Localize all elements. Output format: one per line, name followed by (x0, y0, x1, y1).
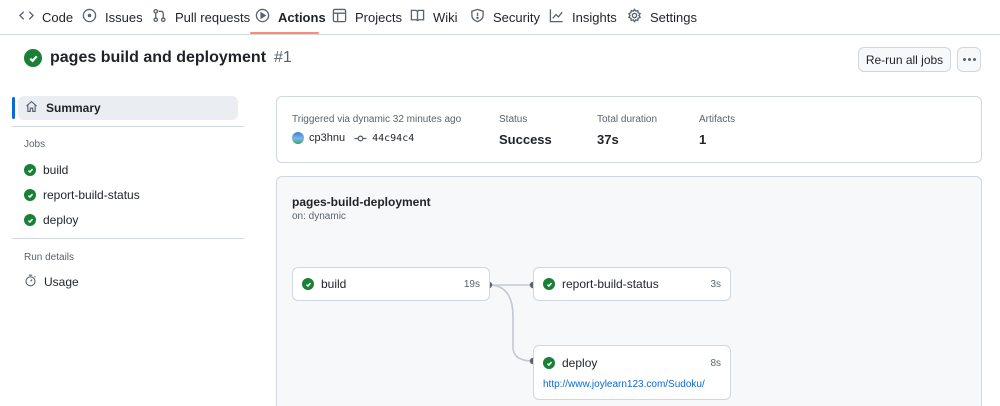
run-title-row: pages build and deployment #1 (24, 49, 292, 67)
avatar (292, 132, 304, 144)
trigger-label: Triggered via dynamic 32 minutes ago (292, 114, 462, 125)
nav-tab-code[interactable]: Code (19, 0, 73, 34)
success-check-icon (302, 278, 314, 290)
workflow-graph-panel: pages-build-deployment on: dynamic build… (276, 176, 982, 406)
nav-tab-issues[interactable]: Issues (82, 0, 143, 34)
nav-tab-pull-requests[interactable]: Pull requests (152, 0, 250, 34)
nav-tab-projects[interactable]: Projects (332, 0, 402, 34)
commit-sha-link[interactable]: 44c94c4 (372, 133, 414, 144)
sidebar-item-usage[interactable]: Usage (24, 274, 79, 290)
code-icon (19, 8, 34, 26)
deploy-header: deploy 8s (543, 356, 721, 370)
shield-icon (470, 8, 485, 26)
nav-tab-security[interactable]: Security (470, 0, 540, 34)
artifacts-count-link[interactable]: 1 (699, 132, 706, 147)
stopwatch-icon (24, 274, 37, 290)
sidebar-job-build[interactable]: build (24, 163, 68, 177)
duration-value: 37s (597, 132, 619, 147)
job-node-deploy[interactable]: deploy 8s http://www.joylearn123.com/Sud… (533, 345, 731, 400)
book-icon (410, 8, 425, 26)
run-summary-card: Triggered via dynamic 32 minutes ago cp3… (276, 96, 982, 163)
success-check-icon (24, 49, 42, 67)
pull-request-icon (152, 8, 167, 26)
commit-icon (354, 134, 367, 143)
trigger-details: cp3hnu 44c94c4 (292, 132, 414, 144)
issue-icon (82, 8, 97, 26)
nav-tab-insights[interactable]: Insights (549, 0, 617, 34)
rerun-all-jobs-button[interactable]: Re-run all jobs (858, 47, 951, 72)
sidebar-job-report-build-status[interactable]: report-build-status (24, 188, 140, 202)
sidebar-job-deploy[interactable]: deploy (24, 213, 78, 227)
sidebar-jobs-heading: Jobs (24, 139, 46, 150)
kebab-dot-icon (967, 58, 971, 61)
nav-tab-settings[interactable]: Settings (627, 0, 697, 34)
job-duration: 8s (710, 357, 721, 369)
workflow-trigger: on: dynamic (292, 211, 346, 222)
job-duration: 19s (463, 278, 480, 290)
more-options-button[interactable] (957, 47, 981, 72)
kebab-dot-icon (962, 58, 966, 61)
run-title: pages build and deployment (50, 49, 267, 66)
success-check-icon (24, 164, 36, 176)
sidebar-run-details-heading: Run details (24, 252, 75, 263)
sidebar-item-summary[interactable]: Summary (18, 96, 238, 120)
play-icon (255, 8, 270, 26)
sidebar-divider (12, 238, 244, 239)
duration-label: Total duration (597, 114, 658, 125)
kebab-dot-icon (972, 58, 976, 61)
active-tab-underline (250, 32, 319, 34)
job-duration: 3s (710, 278, 721, 290)
artifacts-label: Artifacts (699, 114, 736, 125)
success-check-icon (24, 189, 36, 201)
trigger-user-link[interactable]: cp3hnu (309, 132, 345, 144)
graph-icon (549, 8, 564, 26)
workflow-name: pages-build-deployment (292, 195, 431, 209)
home-icon (25, 100, 38, 116)
status-label: Status (499, 114, 528, 125)
repo-nav: Code Issues Pull requests Actions Projec… (0, 0, 1000, 35)
sidebar-active-indicator (12, 97, 15, 119)
success-check-icon (543, 278, 555, 290)
job-node-build[interactable]: build 19s (292, 267, 490, 301)
run-number: #1 (274, 49, 292, 66)
status-value: Success (499, 132, 552, 147)
job-node-report-build-status[interactable]: report-build-status 3s (533, 267, 731, 301)
nav-tab-actions[interactable]: Actions (255, 0, 326, 34)
nav-tab-wiki[interactable]: Wiki (410, 0, 458, 34)
success-check-icon (543, 357, 555, 369)
success-check-icon (24, 214, 36, 226)
gear-icon (627, 8, 642, 26)
table-icon (332, 8, 347, 26)
deployment-url-link[interactable]: http://www.joylearn123.com/Sudoku/ (543, 379, 705, 390)
sidebar-divider (12, 126, 244, 127)
